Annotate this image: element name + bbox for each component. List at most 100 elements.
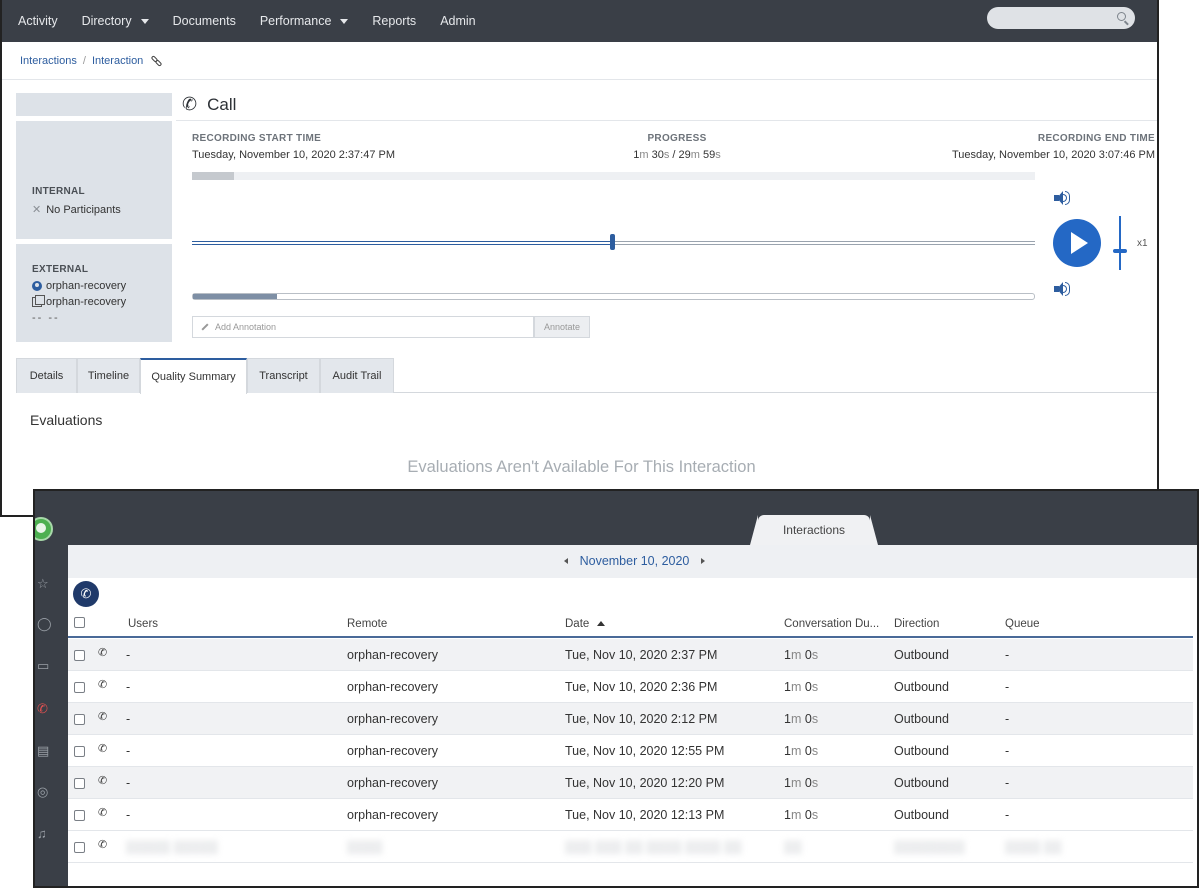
video-icon[interactable]: ▭ [37, 659, 51, 673]
breadcrumb-interactions[interactable]: Interactions [20, 55, 77, 67]
external-extra: -- -- [32, 312, 60, 324]
progress-value: 1m 30s / 29m 59s [582, 149, 772, 161]
play-button[interactable] [1053, 219, 1101, 267]
nav-reports[interactable]: Reports [360, 0, 428, 42]
duration-seconds: 0 [804, 648, 812, 662]
tab-transcript[interactable]: Transcript [247, 358, 320, 393]
playback-speed-slider[interactable] [1113, 216, 1127, 270]
tab-timeline[interactable]: Timeline [77, 358, 140, 393]
column-queue[interactable]: Queue [1005, 618, 1040, 630]
remote-number-label: orphan-recovery [46, 296, 127, 308]
avatar[interactable] [35, 517, 53, 541]
phone-icon[interactable]: ✆ [73, 581, 99, 607]
table-row[interactable]: ✆ - orphan-recovery Tue, Nov 10, 2020 2:12 … [68, 703, 1193, 735]
duration-minutes: 1 [784, 680, 791, 694]
duration-minutes: 1 [784, 808, 791, 822]
annotate-button[interactable]: Annotate [534, 316, 590, 338]
cell-queue: - [1005, 776, 1010, 790]
evaluations-empty-message: Evaluations Aren't Available For This In… [407, 458, 756, 476]
row-checkbox[interactable] [74, 810, 85, 821]
nav-documents[interactable]: Documents [161, 0, 248, 42]
playhead-handle[interactable] [610, 234, 615, 250]
duration-unit-s: s [811, 712, 819, 726]
row-checkbox[interactable] [74, 842, 85, 853]
duration-minutes: 1 [784, 776, 791, 790]
participant-header-panel [16, 93, 172, 116]
cell-remote[interactable]: orphan-recovery [347, 776, 438, 790]
voicemail-icon[interactable]: ♫ [37, 827, 51, 841]
cell-user: - [126, 680, 131, 694]
tab-details[interactable]: Details [16, 358, 77, 393]
interactions-header: Interactions [68, 491, 1197, 545]
row-checkbox[interactable] [74, 778, 85, 789]
recording-end: RECORDING END TIME Tuesday, November 10,… [952, 133, 1155, 161]
annotation-input[interactable]: Add Annotation [192, 316, 534, 338]
cell-queue: - [1005, 648, 1010, 662]
chat-icon[interactable]: ◯ [37, 617, 52, 631]
search-input[interactable] [987, 7, 1135, 29]
tab-audit-trail[interactable]: Audit Trail [320, 358, 394, 393]
volume-icon[interactable] [1054, 282, 1070, 296]
external-label: EXTERNAL [32, 264, 89, 275]
cell-duration: 1m 0s [784, 648, 818, 662]
select-all-checkbox[interactable] [74, 617, 85, 628]
table-row[interactable]: ✆ - orphan-recovery Tue, Nov 10, 2020 2:37 … [68, 639, 1193, 671]
table-header: Users Remote Date Conversation Du... Dir… [68, 611, 1193, 638]
copy-icon [32, 295, 45, 307]
cell-remote[interactable]: orphan-recovery [347, 744, 438, 758]
inbox-icon[interactable]: ▤ [37, 744, 51, 758]
speed-slider-handle[interactable] [1113, 249, 1127, 253]
cell-date: Tue, Nov 10, 2020 12:20 PM [565, 776, 725, 790]
cell-remote[interactable]: orphan-recovery [347, 648, 438, 662]
audio-waveform-track[interactable] [192, 234, 1035, 250]
row-checkbox[interactable] [74, 650, 85, 661]
nav-directory[interactable]: Directory [70, 0, 161, 42]
support-icon[interactable]: ◎ [37, 785, 51, 799]
breadcrumb-interaction[interactable]: Interaction [92, 55, 143, 67]
table-row[interactable]: ✆ - orphan-recovery Tue, Nov 10, 2020 12:20… [68, 767, 1193, 799]
phone-icon[interactable]: ✆ [37, 702, 51, 716]
chevron-right-icon[interactable] [701, 558, 706, 564]
table-row[interactable]: ✆ - orphan-recovery Tue, Nov 10, 2020 12:13… [68, 799, 1193, 831]
tab-quality-summary[interactable]: Quality Summary [140, 358, 247, 394]
title-divider [176, 120, 1157, 121]
chevron-down-icon [340, 18, 349, 24]
playback-progress-bar[interactable] [192, 172, 1035, 180]
nav-documents-label: Documents [172, 14, 236, 28]
duration-minutes: 1 [784, 648, 791, 662]
table-row[interactable]: ✆ ▒▒▒▒▒ ▒▒▒▒▒ ▒▒▒▒ ▒▒▒ ▒▒▒ ▒▒ ▒▒▒▒ ▒▒▒▒ … [68, 831, 1193, 863]
row-checkbox[interactable] [74, 682, 85, 693]
table-row[interactable]: ✆ - orphan-recovery Tue, Nov 10, 2020 2:36 … [68, 671, 1193, 703]
pencil-icon [201, 323, 209, 331]
cell-remote[interactable]: orphan-recovery [347, 680, 438, 694]
chevron-left-icon[interactable] [563, 558, 568, 564]
nav-admin[interactable]: Admin [428, 0, 487, 42]
link-icon[interactable] [150, 54, 163, 67]
star-icon[interactable]: ☆ [37, 577, 51, 591]
cell-direction: Outbound [894, 744, 949, 758]
duration-seconds: 0 [804, 776, 812, 790]
table-row[interactable]: ✆ - orphan-recovery Tue, Nov 10, 2020 12:55… [68, 735, 1193, 767]
cell-duration: 1m 0s [784, 712, 818, 726]
column-conversation-duration[interactable]: Conversation Du... [784, 618, 879, 630]
selected-date[interactable]: November 10, 2020 [580, 554, 690, 568]
secondary-audio-track[interactable] [192, 293, 1035, 300]
tab-interactions[interactable]: Interactions [758, 515, 870, 545]
nav-activity[interactable]: Activity [6, 0, 70, 42]
column-remote[interactable]: Remote [347, 618, 387, 630]
audio-waveform-played [192, 241, 612, 245]
unit-m: m [639, 149, 649, 161]
progress-separator: / [669, 149, 679, 161]
volume-icon[interactable] [1054, 191, 1070, 205]
cell-remote[interactable]: orphan-recovery [347, 808, 438, 822]
column-direction[interactable]: Direction [894, 618, 939, 630]
cell-remote[interactable]: orphan-recovery [347, 712, 438, 726]
column-users[interactable]: Users [128, 618, 158, 630]
playback-speed-label: x1 [1137, 238, 1148, 249]
row-checkbox[interactable] [74, 746, 85, 757]
column-date[interactable]: Date [565, 618, 606, 630]
cell-user: - [126, 808, 131, 822]
search-icon[interactable] [1117, 12, 1126, 21]
nav-performance[interactable]: Performance [248, 0, 361, 42]
row-checkbox[interactable] [74, 714, 85, 725]
